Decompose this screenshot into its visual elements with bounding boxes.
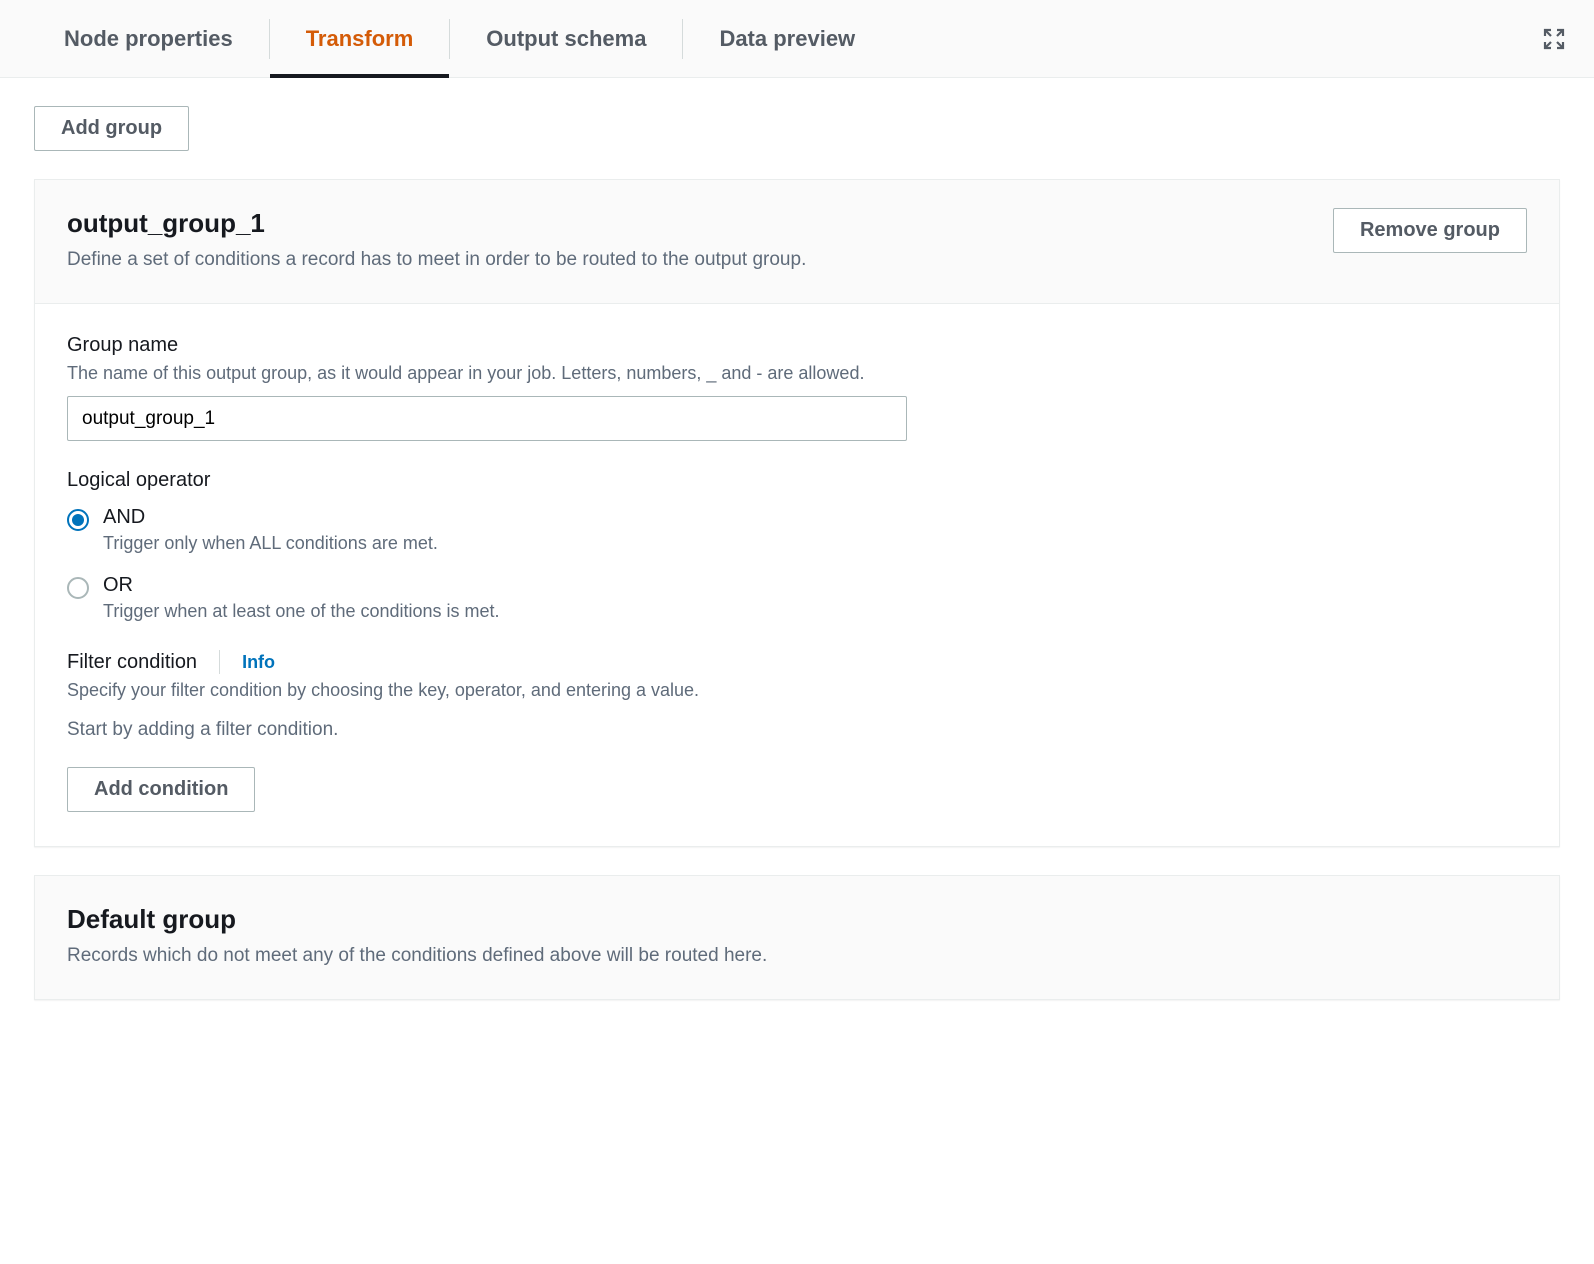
group-name-input[interactable] bbox=[67, 396, 907, 441]
default-group-subtitle: Records which do not meet any of the con… bbox=[67, 945, 767, 967]
group-name-help: The name of this output group, as it wou… bbox=[67, 363, 1527, 384]
radio-and-help: Trigger only when ALL conditions are met… bbox=[103, 533, 438, 554]
remove-group-button[interactable]: Remove group bbox=[1333, 208, 1527, 253]
tab-output-schema[interactable]: Output schema bbox=[450, 0, 682, 78]
group-title: output_group_1 bbox=[67, 208, 806, 239]
group-subtitle: Define a set of conditions a record has … bbox=[67, 249, 806, 271]
radio-and-label: AND bbox=[103, 506, 438, 529]
expand-icon[interactable] bbox=[1542, 27, 1566, 51]
info-link[interactable]: Info bbox=[242, 652, 275, 673]
filter-condition-label: Filter condition bbox=[67, 651, 197, 674]
tab-data-preview[interactable]: Data preview bbox=[683, 0, 891, 78]
radio-option-or[interactable]: OR Trigger when at least one of the cond… bbox=[67, 574, 1527, 622]
label-divider bbox=[219, 650, 220, 674]
tab-node-properties[interactable]: Node properties bbox=[28, 0, 269, 78]
add-group-button[interactable]: Add group bbox=[34, 106, 189, 151]
tab-transform[interactable]: Transform bbox=[270, 0, 450, 78]
tab-bar: Node properties Transform Output schema … bbox=[0, 0, 1594, 78]
radio-or[interactable] bbox=[67, 577, 89, 599]
filter-condition-help: Specify your filter condition by choosin… bbox=[67, 680, 1527, 701]
logical-operator-label: Logical operator bbox=[67, 469, 1527, 492]
radio-and[interactable] bbox=[67, 509, 89, 531]
output-group-card: output_group_1 Define a set of condition… bbox=[34, 179, 1560, 847]
filter-empty-hint: Start by adding a filter condition. bbox=[67, 719, 1527, 741]
default-group-card: Default group Records which do not meet … bbox=[34, 875, 1560, 1000]
group-name-label: Group name bbox=[67, 334, 1527, 357]
radio-or-help: Trigger when at least one of the conditi… bbox=[103, 601, 500, 622]
radio-option-and[interactable]: AND Trigger only when ALL conditions are… bbox=[67, 506, 1527, 554]
radio-or-label: OR bbox=[103, 574, 500, 597]
add-condition-button[interactable]: Add condition bbox=[67, 767, 255, 812]
default-group-title: Default group bbox=[67, 904, 767, 935]
